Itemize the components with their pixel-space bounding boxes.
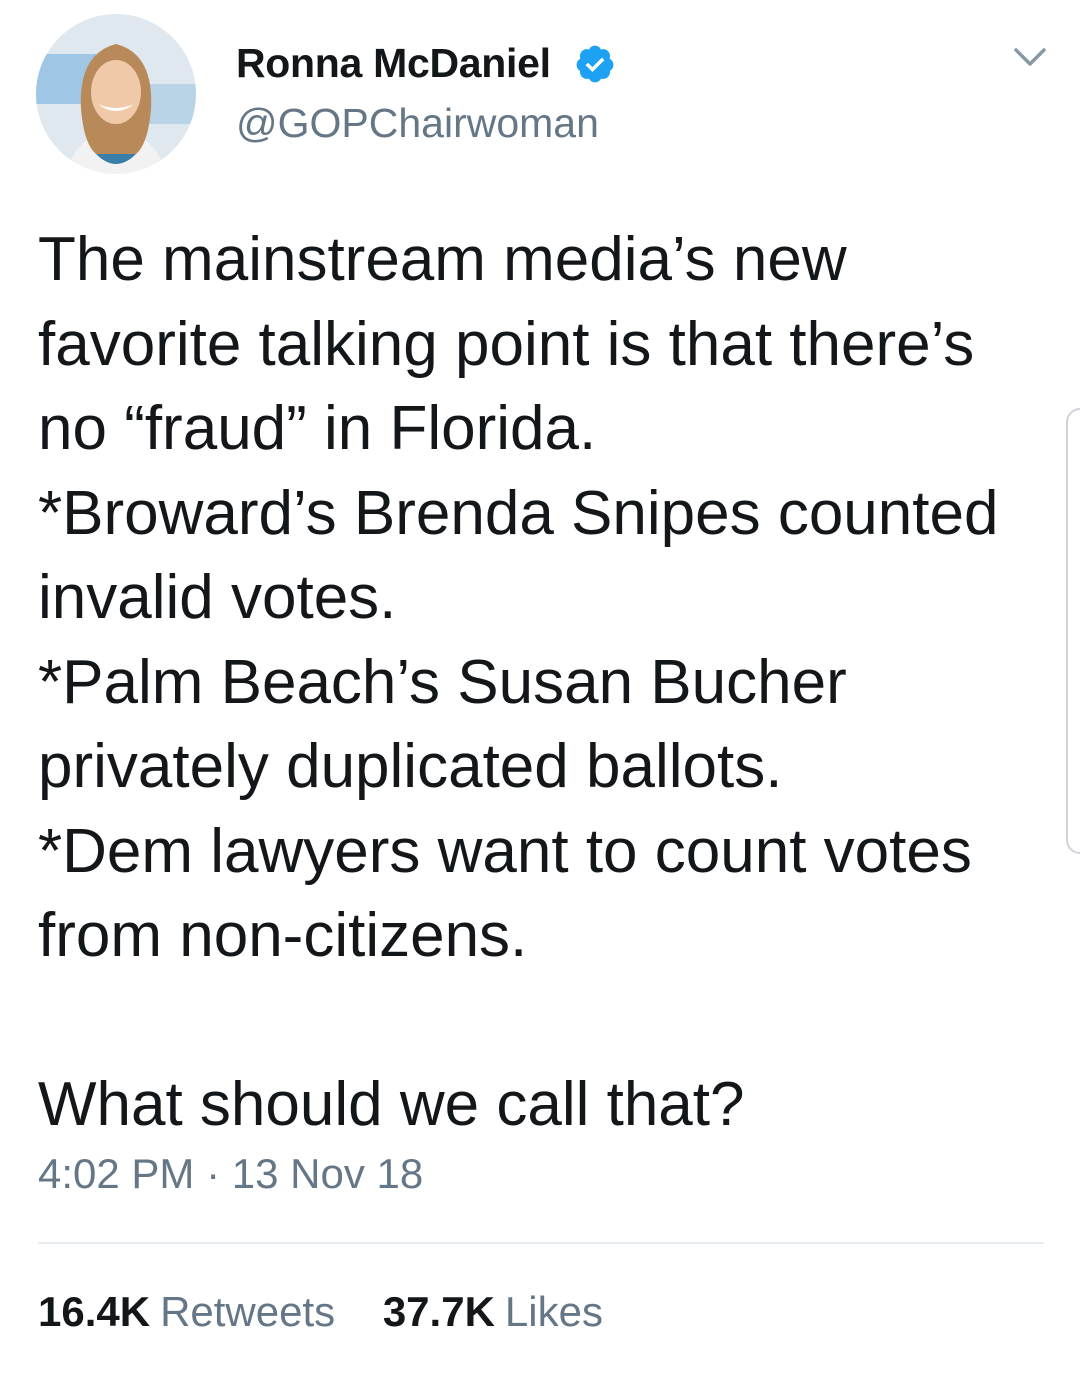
chevron-down-icon[interactable] (1010, 42, 1050, 72)
likes-stat[interactable]: 37.7K Likes (383, 1288, 603, 1336)
verified-badge-icon (574, 43, 616, 85)
likes-count: 37.7K (382, 1288, 495, 1335)
tweet-timestamp[interactable]: 4:02 PM · 13 Nov 18 (38, 1150, 423, 1198)
retweets-count: 16.4K (38, 1288, 151, 1335)
tweet-stats: 16.4K Retweets 37.7K Likes (38, 1288, 639, 1336)
likes-label: Likes (504, 1288, 603, 1335)
tweet-text: The mainstream media’s new favorite talk… (38, 225, 999, 1139)
retweets-stat[interactable]: 16.4K Retweets (38, 1288, 335, 1336)
divider (38, 1242, 1044, 1244)
display-name[interactable]: Ronna McDaniel (236, 40, 551, 87)
scroll-edge-handle[interactable] (1066, 408, 1080, 854)
avatar[interactable] (36, 14, 196, 174)
retweets-label: Retweets (160, 1288, 336, 1335)
user-handle[interactable]: @GOPChairwoman (236, 100, 599, 147)
